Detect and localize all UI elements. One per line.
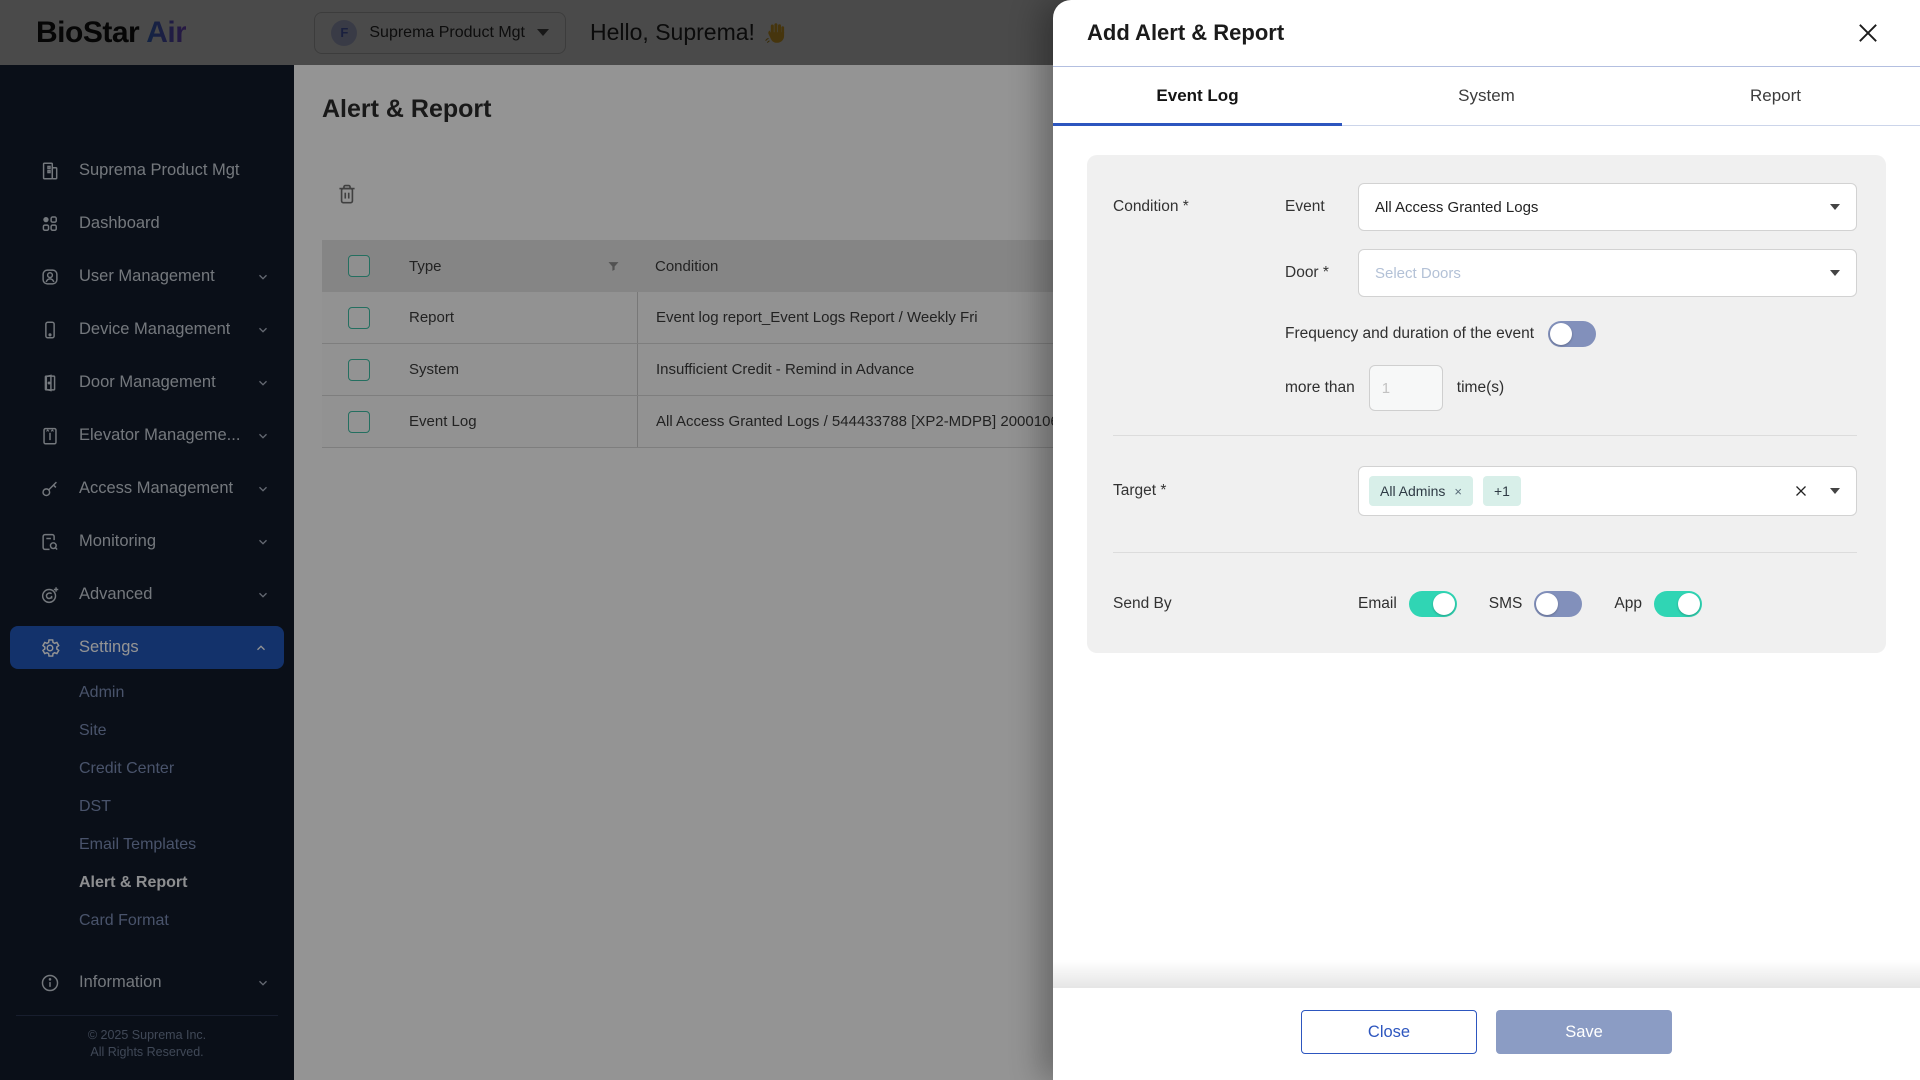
send-by-label: Send By — [1113, 595, 1285, 613]
condition-label: Condition * — [1113, 198, 1285, 216]
biostar-air-app: BioStarAir F Suprema Product Mgt Hello, … — [0, 0, 1920, 1080]
target-label: Target * — [1113, 482, 1285, 500]
chevron-down-icon — [1830, 270, 1840, 276]
times-label: time(s) — [1457, 379, 1504, 397]
toggle-knob — [1678, 593, 1700, 615]
more-than-row: more than time(s) — [1285, 365, 1857, 411]
section-divider — [1113, 435, 1857, 436]
chip-label: All Admins — [1380, 483, 1445, 499]
app-toggle[interactable] — [1654, 591, 1702, 617]
email-toggle[interactable] — [1409, 591, 1457, 617]
toggle-knob — [1550, 323, 1572, 345]
door-label: Door * — [1285, 264, 1358, 282]
event-label: Event — [1285, 198, 1358, 216]
clear-selection-icon[interactable] — [1792, 482, 1810, 500]
email-channel: Email — [1358, 591, 1457, 617]
target-chip-all-admins: All Admins × — [1369, 476, 1473, 506]
section-divider — [1113, 552, 1857, 553]
sms-label: SMS — [1489, 595, 1523, 613]
tab-report[interactable]: Report — [1631, 67, 1920, 125]
door-select[interactable]: Select Doors — [1358, 249, 1857, 297]
close-icon[interactable] — [1852, 17, 1884, 49]
remove-chip-icon[interactable]: × — [1454, 485, 1462, 498]
sms-toggle[interactable] — [1534, 591, 1582, 617]
email-label: Email — [1358, 595, 1397, 613]
toggle-knob — [1536, 593, 1558, 615]
chip-label: +1 — [1494, 483, 1510, 499]
event-select[interactable]: All Access Granted Logs — [1358, 183, 1857, 231]
add-alert-report-modal: Add Alert & Report Event Log System Repo… — [1053, 0, 1920, 1080]
frequency-label: Frequency and duration of the event — [1285, 325, 1534, 343]
modal-tabs: Event Log System Report — [1053, 67, 1920, 126]
toggle-knob — [1433, 593, 1455, 615]
event-select-value: All Access Granted Logs — [1375, 199, 1538, 216]
send-by-row: Send By Email SMS App — [1113, 591, 1857, 617]
sms-channel: SMS — [1489, 591, 1583, 617]
tab-event-log[interactable]: Event Log — [1053, 67, 1342, 125]
close-button[interactable]: Close — [1301, 1010, 1477, 1054]
door-row: Door * Select Doors — [1113, 249, 1857, 297]
send-by-channels: Email SMS App — [1358, 591, 1702, 617]
save-button[interactable]: Save — [1496, 1010, 1672, 1054]
frequency-row: Frequency and duration of the event — [1285, 321, 1857, 347]
modal-title: Add Alert & Report — [1087, 20, 1284, 46]
door-select-placeholder: Select Doors — [1375, 265, 1461, 282]
frequency-toggle[interactable] — [1548, 321, 1596, 347]
target-chip-more: +1 — [1483, 476, 1521, 506]
app-channel: App — [1614, 591, 1702, 617]
event-row: Condition * Event All Access Granted Log… — [1113, 183, 1857, 231]
tab-system[interactable]: System — [1342, 67, 1631, 125]
modal-footer: Close Save — [1053, 988, 1920, 1080]
app-label: App — [1614, 595, 1642, 613]
target-select[interactable]: All Admins × +1 — [1358, 466, 1857, 516]
alert-form-card: Condition * Event All Access Granted Log… — [1087, 155, 1886, 653]
more-than-label: more than — [1285, 379, 1355, 397]
chevron-down-icon — [1830, 204, 1840, 210]
modal-header: Add Alert & Report — [1053, 0, 1920, 67]
times-count-input[interactable] — [1369, 365, 1443, 411]
target-row: Target * All Admins × +1 — [1113, 466, 1857, 516]
chevron-down-icon — [1830, 488, 1840, 494]
